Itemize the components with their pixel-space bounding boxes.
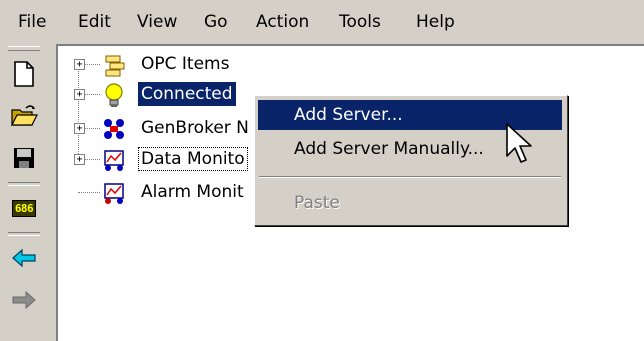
save-icon[interactable] <box>8 142 40 174</box>
menu-go[interactable]: Go <box>204 10 228 34</box>
tree-item-label: OPC Items <box>141 54 230 74</box>
toolbar-grip[interactable] <box>8 46 40 51</box>
expand-icon[interactable]: + <box>74 154 85 165</box>
new-document-icon[interactable] <box>8 58 40 90</box>
data-monitor-icon <box>102 148 126 172</box>
expand-icon[interactable]: + <box>74 89 85 100</box>
mouse-pointer-icon <box>506 123 532 163</box>
menu-tools[interactable]: Tools <box>339 10 381 34</box>
opc-items-icon <box>102 53 126 77</box>
menu-view[interactable]: View <box>137 10 177 34</box>
tree-item-label: GenBroker N <box>141 118 249 138</box>
expand-icon[interactable]: + <box>74 59 85 70</box>
menu-edit[interactable]: Edit <box>78 10 111 34</box>
toolbar-separator <box>8 182 40 186</box>
open-folder-icon[interactable] <box>8 100 40 132</box>
menu-help[interactable]: Help <box>416 10 455 34</box>
back-arrow-icon[interactable] <box>8 242 40 274</box>
alarm-monitor-icon <box>102 181 126 205</box>
expand-icon[interactable]: + <box>74 123 85 134</box>
counter-686-label: 686 <box>11 199 37 217</box>
tree-item-label: Data Monito <box>138 147 248 171</box>
tree-item-label: Connected <box>138 82 236 106</box>
menu-separator <box>259 176 561 178</box>
lightbulb-icon <box>102 83 126 107</box>
tree-item-opc-items[interactable]: + OPC Items <box>58 52 458 78</box>
menu-bar: File Edit View Go Action Tools Help <box>0 0 644 44</box>
toolbar-separator <box>8 232 40 236</box>
paste-menu-item[interactable]: Paste <box>258 188 562 218</box>
forward-arrow-icon[interactable] <box>8 284 40 316</box>
menu-action[interactable]: Action <box>256 10 309 34</box>
genbroker-icon <box>102 117 126 141</box>
menu-file[interactable]: File <box>18 10 46 34</box>
left-toolbar: 686 <box>0 44 48 341</box>
counter-686-icon[interactable]: 686 <box>8 192 40 224</box>
tree-item-label: Alarm Monit <box>141 182 244 202</box>
